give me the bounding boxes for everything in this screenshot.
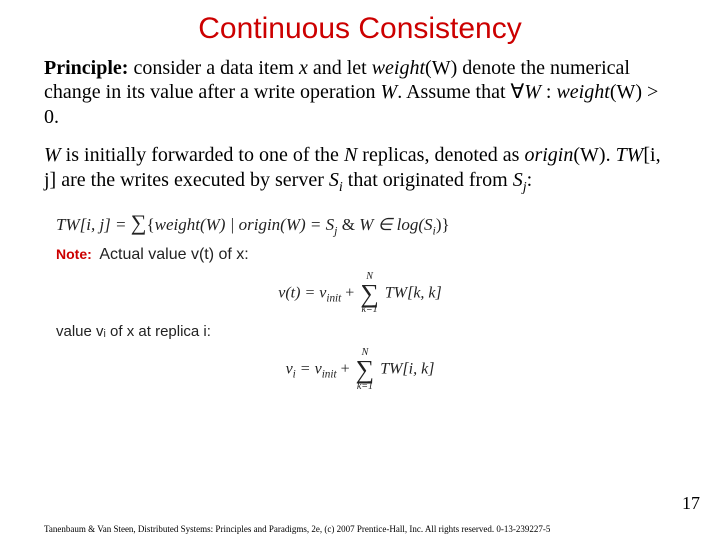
p1-t2: and let [308, 57, 372, 79]
p1-t4: . Assume that [397, 81, 510, 103]
eq2-init: init [326, 293, 341, 305]
slide-title: Continuous Consistency [44, 12, 676, 46]
eq2-sum-bot: k=1 [360, 305, 379, 315]
eq2-sum: N∑k=1 [360, 272, 379, 315]
equation-vt: v(t) = vinit + N∑k=1 TW[k, k] [44, 272, 676, 315]
var-W3: W [44, 144, 61, 166]
var-Sj: S [513, 169, 523, 191]
note-text: Actual value v(t) of x: [96, 246, 249, 263]
eq3-plus: + [337, 361, 354, 378]
eq1-sum: ∑ [131, 210, 147, 235]
fn-weight: weight [372, 57, 425, 79]
eq2-lhs: v(t) = v [278, 284, 326, 301]
p2-t5: are the writes executed by server [56, 169, 329, 191]
equation-tw: TW[i, j] = ∑{weight(W) | origin(W) = Sj … [56, 210, 676, 238]
note-label: Note: [56, 246, 92, 262]
p2-t6: that originated from [343, 169, 513, 191]
p1-t5: : [541, 81, 557, 103]
var-x: x [299, 57, 308, 79]
symbol-forall: ∀ [511, 81, 525, 103]
eq3-sum-sym: ∑ [356, 358, 375, 381]
forward-paragraph: W is initially forwarded to one of the N… [44, 143, 676, 195]
fn-origin-arg: (W) [573, 144, 605, 166]
var-W2: W [524, 81, 541, 103]
eq3-term: TW[i, k] [376, 361, 434, 378]
eq3-lhs: v [286, 361, 293, 378]
eq1-close: )} [436, 215, 450, 234]
eq1-setopen: { [146, 215, 154, 234]
principle-paragraph: Principle: consider a data item x and le… [44, 56, 676, 129]
p2-t4: . [606, 144, 616, 166]
eq1-rest: W ∈ log(S [359, 215, 432, 234]
eq2-plus: + [341, 284, 358, 301]
eq2-term: TW[k, k] [381, 284, 442, 301]
fn-weight-arg: (W) [425, 57, 457, 79]
eq1-weight: weight(W) | origin(W) = S [155, 215, 335, 234]
eq3-sum-bot: k=1 [356, 382, 375, 392]
note-line: Note: Actual value v(t) of x: [56, 246, 676, 264]
slide: Continuous Consistency Principle: consid… [0, 0, 720, 540]
p2-t7: : [527, 169, 533, 191]
eq3-eq: = v [296, 361, 322, 378]
eq1-lhs: TW[i, j] = [56, 215, 131, 234]
var-W: W [381, 81, 398, 103]
equation-vi: vi = vinit + N∑k=1 TW[i, k] [44, 348, 676, 391]
eq1-amp: & [337, 215, 359, 234]
fn-weight2: weight [556, 81, 609, 103]
value-line: value vᵢ of x at replica i: [56, 323, 676, 340]
p2-t2: is initially forwarded to one of the [61, 144, 344, 166]
footer-citation: Tanenbaum & Van Steen, Distributed Syste… [44, 524, 676, 534]
eq3-sum: N∑k=1 [356, 348, 375, 391]
var-TW: TW [616, 144, 644, 166]
fn-weight2-arg: (W) [610, 81, 642, 103]
fn-origin: origin [524, 144, 573, 166]
figure-area: TW[i, j] = ∑{weight(W) | origin(W) = Sj … [44, 210, 676, 392]
principle-label: Principle: [44, 57, 128, 79]
page-number: 17 [682, 493, 700, 514]
eq3-init: init [322, 369, 337, 381]
eq2-sum-sym: ∑ [360, 282, 379, 305]
p2-t3: replicas, denoted as [357, 144, 524, 166]
var-N: N [344, 144, 357, 166]
p1-t1: consider a data item [128, 57, 299, 79]
var-Si: S [329, 169, 339, 191]
